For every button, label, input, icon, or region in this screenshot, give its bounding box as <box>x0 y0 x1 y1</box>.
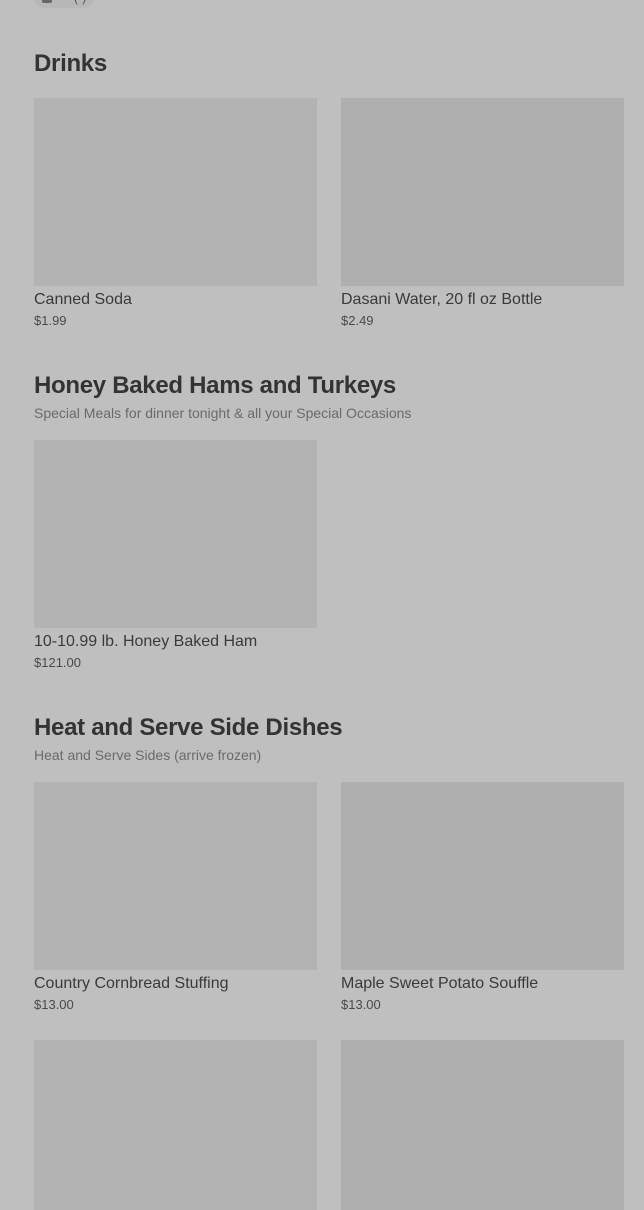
item-image[interactable] <box>341 98 624 286</box>
item-price: $13.00 <box>34 997 74 1012</box>
menu-item-card[interactable] <box>341 1040 624 1210</box>
thumbs-up-icon <box>42 0 52 3</box>
item-name: Canned Soda <box>34 291 132 308</box>
menu-item-card[interactable]: Country Cornbread Stuffing $13.00 <box>34 782 317 1013</box>
menu-item-card[interactable] <box>34 1040 317 1210</box>
item-price: $121.00 <box>34 655 81 670</box>
menu-item-card[interactable]: Dasani Water, 20 fl oz Bottle $2.49 <box>341 98 624 329</box>
item-image[interactable] <box>34 782 317 970</box>
section-title-side-dishes: Heat and Serve Side Dishes <box>34 714 343 741</box>
rating-chip-label: ••• (•) <box>58 0 86 5</box>
item-image[interactable] <box>34 98 317 286</box>
menu-item-card[interactable]: Canned Soda $1.99 <box>34 98 317 329</box>
section-title-hams-turkeys: Honey Baked Hams and Turkeys <box>34 372 396 399</box>
item-name: Dasani Water, 20 fl oz Bottle <box>341 291 543 308</box>
item-image[interactable] <box>34 1040 317 1210</box>
rating-chip[interactable]: ••• (•) <box>34 0 95 8</box>
item-image[interactable] <box>34 440 317 628</box>
item-name: Country Cornbread Stuffing <box>34 975 229 992</box>
section-title-drinks: Drinks <box>34 50 107 77</box>
section-subtitle-hams-turkeys: Special Meals for dinner tonight & all y… <box>34 405 412 421</box>
item-name: 10-10.99 lb. Honey Baked Ham <box>34 633 258 650</box>
item-image[interactable] <box>341 782 624 970</box>
item-name: Maple Sweet Potato Souffle <box>341 975 539 992</box>
menu-item-card[interactable]: 10-10.99 lb. Honey Baked Ham $121.00 <box>34 440 317 671</box>
item-price: $1.99 <box>34 313 67 328</box>
item-price: $13.00 <box>341 997 381 1012</box>
item-price: $2.49 <box>341 313 374 328</box>
section-subtitle-side-dishes: Heat and Serve Sides (arrive frozen) <box>34 747 262 763</box>
item-image[interactable] <box>341 1040 624 1210</box>
menu-item-card[interactable]: Maple Sweet Potato Souffle $13.00 <box>341 782 624 1013</box>
